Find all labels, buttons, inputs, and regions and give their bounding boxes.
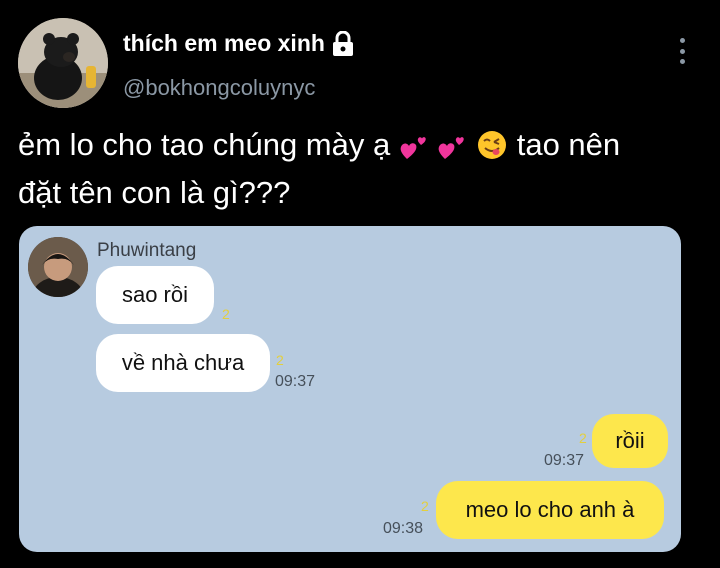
chat-sender-name: Phuwintang: [97, 240, 197, 261]
unread-count: 2: [222, 306, 230, 322]
user-handle[interactable]: @bokhongcoluynyc: [123, 75, 315, 101]
profile-avatar[interactable]: [18, 18, 108, 108]
unread-count: 2: [276, 352, 284, 368]
outgoing-message[interactable]: rồii: [592, 414, 668, 468]
tweet-text-line1: ẻm lo cho tao chúng mày ạ: [18, 127, 391, 162]
outgoing-message[interactable]: meo lo cho anh à: [436, 481, 664, 539]
message-text: sao rồi: [121, 282, 189, 307]
lock-icon: [331, 30, 355, 57]
two-hearts-icon: [399, 130, 429, 172]
unread-count: 2: [579, 430, 587, 446]
savoring-food-face-icon: [476, 129, 508, 172]
tweet-text: ẻm lo cho tao chúng mày ạ tao nên đặt tê…: [18, 124, 708, 214]
display-name[interactable]: thích em meo xinh: [123, 30, 355, 57]
tweet-text-line2: đặt tên con là gì???: [18, 175, 291, 210]
message-time: 09:38: [383, 520, 424, 537]
message-text: về nhà chưa: [121, 350, 245, 375]
two-hearts-icon: [437, 130, 467, 172]
tweet-text-line1-tail: tao nên: [516, 127, 621, 162]
message-text: meo lo cho anh à: [465, 497, 635, 522]
display-name-text: thích em meo xinh: [123, 30, 325, 56]
incoming-message[interactable]: sao rồi: [96, 266, 214, 324]
more-options-icon[interactable]: [672, 36, 692, 66]
bear-photo: [18, 18, 108, 108]
unread-count: 2: [421, 498, 429, 514]
message-time: 09:37: [544, 452, 585, 469]
incoming-message[interactable]: về nhà chưa: [96, 334, 270, 392]
message-text: rồii: [615, 428, 645, 453]
chat-screenshot[interactable]: Phuwintang sao rồi 2 về nhà chưa 2 09:37…: [19, 226, 681, 552]
message-time: 09:37: [275, 373, 316, 390]
chat-avatar: [28, 237, 88, 297]
